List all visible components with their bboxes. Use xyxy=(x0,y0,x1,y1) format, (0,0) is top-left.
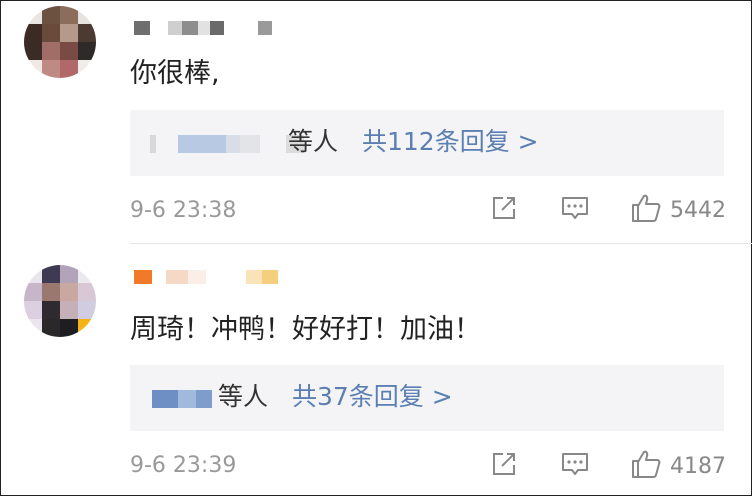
comment-icon[interactable] xyxy=(560,194,590,226)
avatar[interactable] xyxy=(24,6,96,78)
reply-preview-box[interactable]: 等人 共37条回复 > xyxy=(130,365,724,431)
comment-text: 周琦！冲鸭！好好打！加油！ xyxy=(130,314,481,345)
share-icon[interactable] xyxy=(490,450,518,482)
comment-icon[interactable] xyxy=(560,450,590,482)
like-count: 5442 xyxy=(670,197,726,223)
comment-actions: 4187 xyxy=(490,450,726,482)
thumbs-up-icon[interactable] xyxy=(630,193,662,227)
comment-text: 你很棒, xyxy=(130,58,220,89)
comment-timestamp: 9-6 23:39 xyxy=(130,453,237,478)
share-icon[interactable] xyxy=(490,194,518,226)
view-replies-link[interactable]: 共37条回复 > xyxy=(292,381,453,413)
username-redacted[interactable] xyxy=(134,18,272,38)
thumbs-up-icon[interactable] xyxy=(630,449,662,483)
reply-usernames-redacted xyxy=(150,131,304,157)
reply-preview-box[interactable]: 等人 共112条回复 > xyxy=(130,110,724,176)
avatar[interactable] xyxy=(24,265,96,337)
like-count: 4187 xyxy=(670,453,726,479)
reply-others-label: 等人 xyxy=(218,382,269,411)
comment-actions: 5442 xyxy=(490,194,726,226)
reply-others-label: 等人 xyxy=(288,127,339,156)
comment-timestamp: 9-6 23:38 xyxy=(130,198,237,223)
comment-item: 你很棒, 等人 共112条回复 > 9-6 23:38 5442 xyxy=(0,0,752,244)
comment-divider xyxy=(130,243,752,244)
username-redacted[interactable] xyxy=(134,267,278,287)
reply-usernames-redacted xyxy=(152,386,212,412)
view-replies-link[interactable]: 共112条回复 > xyxy=(362,126,539,158)
